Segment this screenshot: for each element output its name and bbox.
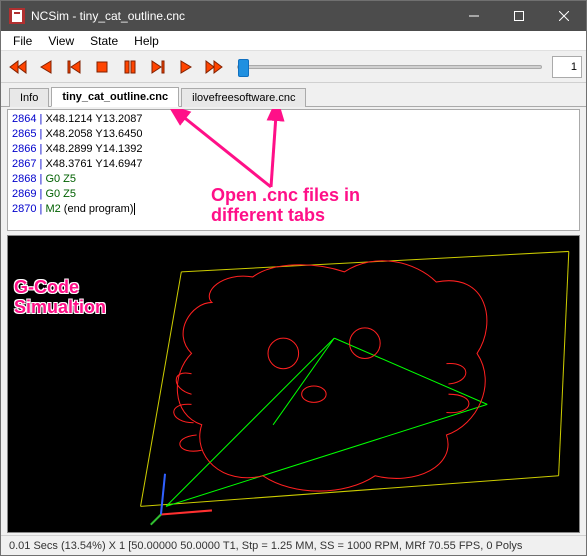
titlebar: NCSim - tiny_cat_outline.cnc bbox=[1, 1, 586, 31]
code-line[interactable]: 2865 | X48.2058 Y13.6450 bbox=[12, 127, 575, 142]
tab-ilovefreesoftware[interactable]: ilovefreesoftware.cnc bbox=[181, 88, 306, 107]
app-window: NCSim - tiny_cat_outline.cnc File View S… bbox=[0, 0, 587, 556]
menu-view[interactable]: View bbox=[40, 32, 82, 50]
step-back-button[interactable] bbox=[33, 54, 59, 80]
code-line[interactable]: 2869 | G0 Z5 bbox=[12, 187, 575, 202]
progress-slider[interactable] bbox=[237, 57, 542, 77]
code-line[interactable]: 2864 | X48.1214 Y13.2087 bbox=[12, 112, 575, 127]
app-icon bbox=[9, 8, 25, 24]
code-line[interactable]: 2868 | G0 Z5 bbox=[12, 172, 575, 187]
fast-forward-button[interactable] bbox=[201, 54, 227, 80]
tabbar: Info tiny_cat_outline.cnc ilovefreesoftw… bbox=[1, 83, 586, 107]
statusbar: 0.01 Secs (13.54%) X 1 [50.00000 50.0000… bbox=[1, 535, 586, 555]
tab-info[interactable]: Info bbox=[9, 88, 49, 107]
pause-button[interactable] bbox=[117, 54, 143, 80]
tab-tiny-cat[interactable]: tiny_cat_outline.cnc bbox=[51, 87, 179, 107]
status-text: 0.01 Secs (13.54%) X 1 [50.00000 50.0000… bbox=[9, 540, 522, 552]
simulation-viewport[interactable]: G-Code Simualtion bbox=[7, 235, 580, 533]
step-spinner[interactable] bbox=[552, 56, 582, 78]
menubar: File View State Help bbox=[1, 31, 586, 51]
stop-button[interactable] bbox=[89, 54, 115, 80]
code-line[interactable]: 2867 | X48.3761 Y14.6947 bbox=[12, 157, 575, 172]
prev-button[interactable] bbox=[61, 54, 87, 80]
rewind-button[interactable] bbox=[5, 54, 31, 80]
minimize-button[interactable] bbox=[451, 1, 496, 31]
menu-help[interactable]: Help bbox=[126, 32, 167, 50]
window-buttons bbox=[451, 1, 586, 31]
window-title: NCSim - tiny_cat_outline.cnc bbox=[31, 9, 451, 23]
menu-file[interactable]: File bbox=[5, 32, 40, 50]
close-button[interactable] bbox=[541, 1, 586, 31]
code-line[interactable]: 2870 | M2 (end program) bbox=[12, 202, 575, 217]
code-editor[interactable]: 2864 | X48.1214 Y13.20872865 | X48.2058 … bbox=[7, 109, 580, 231]
simulation-canvas bbox=[8, 236, 579, 532]
maximize-button[interactable] bbox=[496, 1, 541, 31]
toolbar bbox=[1, 51, 586, 83]
menu-state[interactable]: State bbox=[82, 32, 126, 50]
code-line[interactable]: 2866 | X48.2899 Y14.1392 bbox=[12, 142, 575, 157]
play-button[interactable] bbox=[173, 54, 199, 80]
next-button[interactable] bbox=[145, 54, 171, 80]
